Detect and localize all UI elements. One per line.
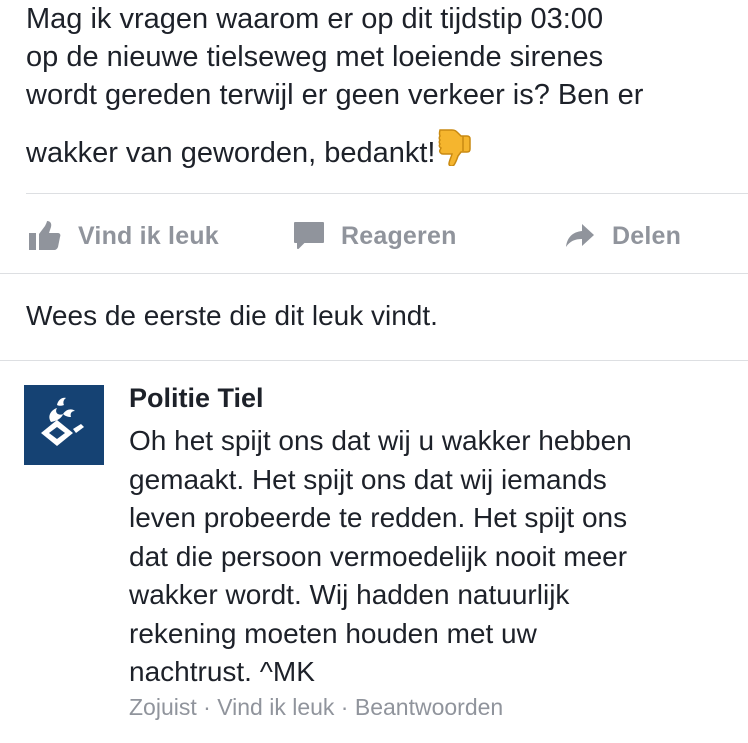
- comment-text-line: rekening moeten houden met uw: [129, 617, 537, 649]
- comment-reply-link[interactable]: Beantwoorden: [355, 694, 503, 720]
- comment-author[interactable]: Politie Tiel: [129, 383, 264, 414]
- comment-meta: Zojuist · Vind ik leuk · Beantwoorden: [129, 694, 503, 721]
- comment-text-line: dat die persoon vermoedelijk nooit meer: [129, 540, 628, 572]
- comment-text-line: Oh het spijt ons dat wij u wakker hebben: [129, 425, 632, 456]
- divider: [0, 360, 748, 361]
- post-text-line: Mag ik vragen waarom er op dit tijdstip …: [26, 3, 604, 35]
- post-text-line: wordt gereden terwijl er geen verkeer is…: [26, 79, 644, 111]
- comment-text-line: nachtrust. ^MK: [129, 656, 315, 687]
- meta-separator: ·: [334, 694, 355, 720]
- comment-text-line: leven probeerde te redden. Het spijt ons: [129, 502, 628, 533]
- divider: [0, 273, 748, 274]
- post-actions-bar: Vind ik leuk Reageren Delen: [0, 210, 748, 262]
- post-text-line: op de nieuwe tielseweg met loeiende sire…: [26, 41, 604, 73]
- thumbs-up-icon: [29, 221, 61, 250]
- comment-timestamp[interactable]: Zojuist: [129, 694, 197, 720]
- comment-text-line: gemaakt. Het spijt ons dat wij iemands: [129, 463, 607, 495]
- thumbs-down-emoji-icon: [437, 128, 472, 176]
- divider: [26, 193, 748, 194]
- comment-button-label: Reageren: [341, 221, 457, 250]
- comment-like-link[interactable]: Vind ik leuk: [217, 694, 334, 720]
- post-text-line: wakker van geworden, bedankt!: [26, 137, 436, 169]
- share-button-label: Delen: [612, 221, 682, 250]
- likes-summary: Wees de eerste die dit leuk vindt.: [26, 300, 438, 331]
- comment-text: Oh het spijt ons dat wij u wakker hebben…: [129, 422, 729, 692]
- police-logo-icon: [41, 397, 84, 446]
- share-arrow-icon: [566, 224, 594, 247]
- like-button[interactable]: Vind ik leuk: [28, 210, 219, 262]
- share-button[interactable]: Delen: [564, 210, 681, 262]
- speech-bubble-icon: [294, 222, 324, 249]
- like-button-label: Vind ik leuk: [78, 221, 219, 250]
- meta-separator: ·: [196, 694, 218, 720]
- comment-text-line: wakker wordt. Wij hadden natuurlijk: [129, 579, 570, 610]
- avatar[interactable]: [24, 385, 104, 465]
- comment-button[interactable]: Reageren: [293, 210, 457, 262]
- post-text-line-last: wakker van geworden, bedankt!: [26, 128, 472, 176]
